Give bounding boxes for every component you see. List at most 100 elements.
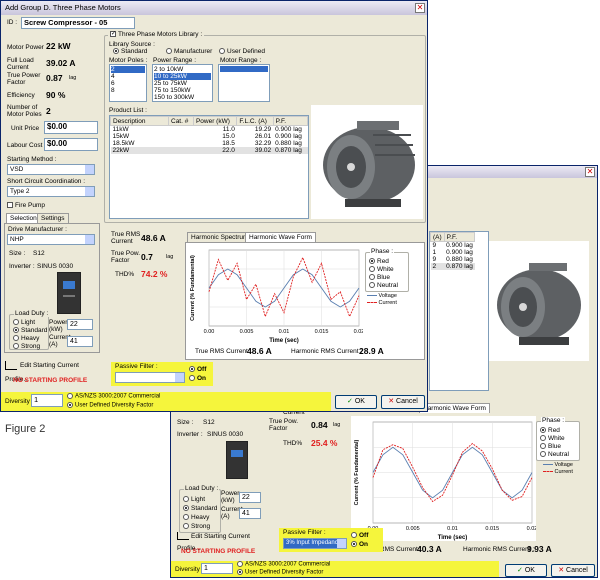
list-item[interactable]: 10 to 25kW	[154, 73, 211, 80]
x-tick-label: 0.005	[240, 329, 254, 335]
tpf-unit: lag	[69, 75, 77, 81]
diversity-label: Diversity	[5, 398, 30, 405]
starting-method-select[interactable]: VSD	[7, 164, 95, 175]
close-icon[interactable]: ✕	[585, 167, 595, 177]
phase-neutral[interactable]: Neutral	[540, 451, 569, 458]
table-row[interactable]: 9 0.880 lag	[431, 256, 475, 263]
x-axis-label: Time (sec)	[438, 535, 468, 541]
size-value: S12	[203, 419, 215, 426]
filter-off[interactable]: Off	[189, 366, 206, 373]
diversity-option-user[interactable]: User Defined Diversity Factor	[237, 569, 323, 576]
diversity-option-as-nzs[interactable]: AS/NZS 3000:2007 Commercial	[237, 561, 330, 568]
list-item[interactable]: 75 to 150kW	[154, 87, 211, 94]
inverter-value: SINUS 0030	[207, 431, 244, 438]
load-option-heavy[interactable]: Heavy	[183, 514, 209, 521]
power-value[interactable]: 22	[67, 319, 93, 330]
fire-pump-checkbox[interactable]: Fire Pump	[7, 202, 45, 209]
edit-profile-row[interactable]: Edit Starting Current Profile...	[5, 359, 101, 383]
load-option-light[interactable]: Light	[13, 319, 35, 326]
load-option-heavy[interactable]: Heavy	[13, 335, 39, 342]
motor-poles-count-value: 2	[46, 106, 51, 116]
list-item[interactable]: 8	[111, 87, 145, 94]
load-option-strong[interactable]: Strong	[13, 343, 40, 350]
list-item[interactable]	[220, 66, 268, 72]
cancel-button[interactable]: ✕ Cancel	[551, 564, 595, 577]
list-item[interactable]: 150 to 300kW	[154, 94, 211, 101]
current-value[interactable]: 41	[67, 336, 93, 347]
table-row[interactable]: 11kW 11.0 19.29 0.900 lag	[111, 126, 308, 133]
cancel-button[interactable]: ✕ Cancel	[381, 395, 425, 409]
current-value[interactable]: 41	[239, 508, 261, 519]
close-icon[interactable]: ✕	[415, 3, 425, 13]
thd-label: THD%	[283, 440, 303, 447]
drive-mfr-label: Drive Manufacturer :	[8, 226, 67, 233]
source-user-defined[interactable]: User Defined	[219, 48, 265, 55]
motor-poles-list[interactable]: 2 4 6 8	[109, 64, 147, 102]
diversity-label: Diversity	[175, 566, 200, 573]
phase-blue[interactable]: Blue	[540, 443, 561, 450]
phase-neutral[interactable]: Neutral	[369, 282, 398, 289]
figure-caption: Figure 2	[5, 423, 46, 435]
scc-select[interactable]: Type 2	[7, 186, 95, 197]
inverter-label: Inverter :	[177, 431, 203, 438]
y-axis-label: Current (% Fundamental)	[354, 439, 360, 505]
phase-red[interactable]: Red	[369, 258, 389, 265]
x-tick-label: 0.02	[354, 329, 363, 335]
id-input[interactable]: Screw Compressor - 05	[21, 17, 135, 29]
phase-blue[interactable]: Blue	[369, 274, 390, 281]
load-option-standard[interactable]: Standard	[13, 327, 47, 334]
diversity-input[interactable]: 1	[201, 563, 233, 574]
filter-off[interactable]: Off	[351, 532, 368, 539]
list-item[interactable]: 6	[111, 80, 145, 87]
list-item[interactable]: 25 to 75kW	[154, 80, 211, 87]
power-value[interactable]: 22	[239, 492, 261, 503]
list-item[interactable]: 2	[111, 66, 145, 73]
table-row[interactable]: 1 0.900 lag	[431, 249, 475, 256]
diversity-option-user[interactable]: User Defined Diversity Factor	[67, 402, 153, 409]
true-pf-value: 0.84	[311, 420, 328, 430]
passive-filter-label: Passive Filter :	[283, 529, 326, 536]
load-option-light[interactable]: Light	[183, 496, 205, 503]
unit-price-label: Unit Price	[11, 125, 40, 132]
passive-filter-select[interactable]: 3% Input Impedance	[283, 538, 347, 549]
load-option-standard[interactable]: Standard	[183, 505, 217, 512]
ok-button[interactable]: ✓ OK	[505, 564, 547, 577]
diversity-option-as-nzs[interactable]: AS/NZS 3000:2007 Commercial	[67, 393, 160, 400]
x-tick-label: 0.01	[447, 526, 458, 532]
no-profile-label: NO STARTING PROFILE	[181, 548, 256, 555]
motor-range-list[interactable]	[218, 64, 270, 102]
filter-on[interactable]: On	[351, 541, 368, 548]
table-row[interactable]: 18.5kW 18.5 32.29 0.880 lag	[111, 140, 308, 147]
table-row[interactable]: 22kW 22.0 39.02 0.870 lag	[110, 147, 308, 154]
phase-white[interactable]: White	[369, 266, 394, 273]
ok-button[interactable]: ✓ OK	[335, 395, 377, 409]
drive-mfr-select[interactable]: NHP	[7, 234, 95, 245]
passive-filter-select[interactable]	[115, 372, 185, 383]
motor-illustration	[323, 121, 415, 207]
power-range-list[interactable]: 2 to 10kW 10 to 25kW 25 to 75kW 75 to 15…	[152, 64, 213, 102]
filter-on[interactable]: On	[189, 375, 206, 382]
tpf-label: True Power Factor	[7, 72, 41, 86]
no-profile-label: NO STARTING PROFILE	[13, 377, 88, 384]
x-tick-label: 0.02	[527, 526, 536, 532]
load-option-strong[interactable]: Strong	[183, 523, 210, 530]
list-item[interactable]: 4	[111, 73, 145, 80]
list-item[interactable]: 2 to 10kW	[154, 66, 211, 73]
profile-icon	[5, 360, 17, 370]
inverter-label: Inverter :	[9, 263, 35, 270]
tab-harmonic-wave[interactable]: Harmonic Wave Form	[419, 403, 490, 413]
table-row[interactable]: 15kW 15.0 26.01 0.900 lag	[111, 133, 308, 140]
diversity-input[interactable]: 1	[31, 394, 63, 407]
labour-cost-input[interactable]: $0.00	[44, 138, 98, 151]
power-label: Power (kW)	[221, 490, 240, 504]
source-manufacturer[interactable]: Manufacturer	[166, 48, 212, 55]
edit-profile-row[interactable]: Edit Starting Current Profile...	[177, 531, 271, 552]
unit-price-input[interactable]: $0.00	[44, 121, 98, 134]
size-label: Size :	[177, 419, 194, 426]
table-row[interactable]: 9 0.900 lag	[431, 242, 475, 249]
phase-red[interactable]: Red	[540, 427, 560, 434]
source-standard[interactable]: Standard	[113, 48, 147, 55]
library-checkbox[interactable]: ✓ Three Phase Motors Library :	[108, 31, 205, 38]
table-row[interactable]: 2 0.870 lag	[430, 263, 475, 270]
phase-white[interactable]: White	[540, 435, 565, 442]
